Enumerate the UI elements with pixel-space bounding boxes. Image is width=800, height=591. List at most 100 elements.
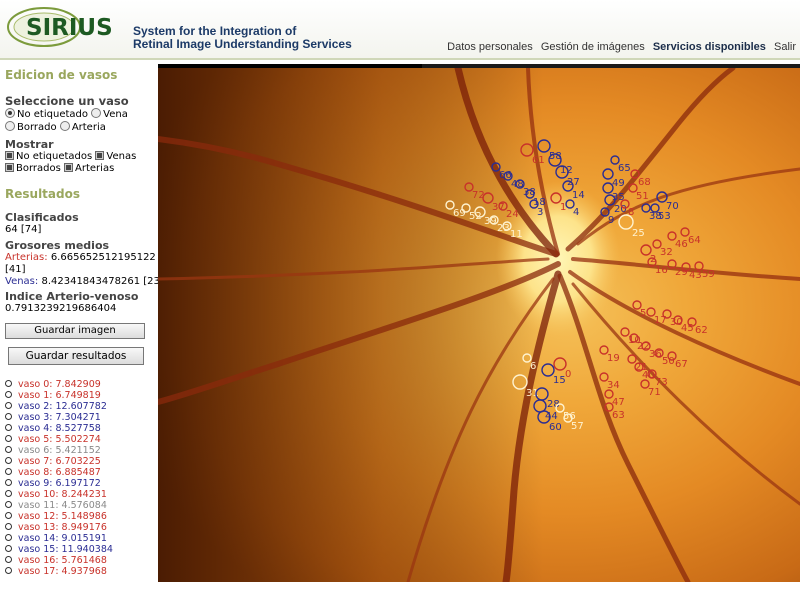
vessel-list-item[interactable]: vaso 8: 6.885487 <box>5 467 158 478</box>
vessel-list-item[interactable]: vaso 6: 5.421152 <box>5 445 158 456</box>
radio-no-etiquetado-label: No etiquetado <box>17 109 88 120</box>
vessel-marker-label: 60 <box>549 422 562 433</box>
vessel-marker-label: 62 <box>695 325 708 336</box>
bullet-icon <box>5 435 12 442</box>
nav-gestion-imagenes[interactable]: Gestión de imágenes <box>541 41 645 53</box>
vessel-list-item[interactable]: vaso 3: 7.304271 <box>5 412 158 423</box>
radio-borrado-label: Borrado <box>17 122 57 133</box>
vessel-list-label: vaso 13: 8.949176 <box>18 522 107 533</box>
logo-text: SIRIUS <box>26 15 113 41</box>
vessel-marker-label: 61 <box>532 155 545 166</box>
vessel-marker-label: 4 <box>573 207 579 218</box>
nav-servicios-disponibles[interactable]: Servicios disponibles <box>653 41 766 53</box>
vessel-marker-label: 65 <box>618 163 631 174</box>
nav-datos-personales[interactable]: Datos personales <box>447 41 533 53</box>
bullet-icon <box>5 424 12 431</box>
vessel-marker-label: 49 <box>612 178 625 189</box>
check-arterias[interactable] <box>64 163 74 172</box>
bullet-icon <box>5 391 12 398</box>
vessel-list-item[interactable]: vaso 2: 12.607782 <box>5 401 158 412</box>
bullet-icon <box>5 468 12 475</box>
bullet-icon <box>5 512 12 519</box>
bullet-icon <box>5 545 12 552</box>
vessel-list: vaso 0: 7.842909 vaso 1: 6.749819 vaso 2: … <box>0 379 158 577</box>
radio-vena[interactable] <box>91 108 102 118</box>
vessel-list-label: vaso 6: 5.421152 <box>18 445 101 456</box>
vessel-list-item[interactable]: vaso 4: 8.527758 <box>5 423 158 434</box>
vessel-list-item[interactable]: vaso 11: 4.576084 <box>5 500 158 511</box>
vessel-marker-label: 16 <box>655 265 668 276</box>
vessel-list-item[interactable]: vaso 0: 7.842909 <box>5 379 158 390</box>
arterias-row: Arterias: 6.665652512195122 <box>5 252 158 264</box>
sidebar: Edicion de vasos Seleccione un vaso No e… <box>0 60 164 591</box>
vessel-marker-label: 11 <box>510 229 523 240</box>
vessel-marker-label: 43 <box>689 270 702 281</box>
radio-arteria[interactable] <box>59 121 70 131</box>
vessel-list-item[interactable]: vaso 14: 9.015191 <box>5 533 158 544</box>
top-nav: Datos personales Gestión de imágenes Ser… <box>442 41 796 53</box>
vessel-marker-label: 71 <box>648 387 661 398</box>
vessel-list-label: vaso 8: 6.885487 <box>18 467 101 478</box>
iav-label: Indice Arterio-venoso <box>5 290 139 303</box>
radio-row-2: Borrado Arteria <box>5 121 158 134</box>
vessel-marker-label: 14 <box>572 190 585 201</box>
vessel-list-item[interactable]: vaso 16: 5.761468 <box>5 555 158 566</box>
check-borrados[interactable] <box>5 163 14 172</box>
vessel-list-item[interactable]: vaso 12: 5.148986 <box>5 511 158 522</box>
vessel-marker-label: 46 <box>675 239 688 250</box>
vessel-list-label: vaso 14: 9.015191 <box>18 533 107 544</box>
check-no-etiquetados[interactable] <box>5 151 14 160</box>
bullet-icon <box>5 402 12 409</box>
vessel-marker-label: 57 <box>571 421 584 432</box>
vessel-list-item[interactable]: vaso 13: 8.949176 <box>5 522 158 533</box>
vessel-marker-label: 67 <box>675 359 688 370</box>
guardar-resultados-button[interactable]: Guardar resultados <box>8 347 144 365</box>
vessel-list-label: vaso 10: 8.244231 <box>18 489 107 500</box>
grosores-label: Grosores medios <box>5 239 110 252</box>
vessel-list-label: vaso 11: 4.576084 <box>18 500 107 511</box>
bullet-icon <box>5 567 12 574</box>
vessel-marker-label: 44 <box>545 411 558 422</box>
radio-arteria-label: Arteria <box>71 122 106 133</box>
check-no-etiquetados-label: No etiquetados <box>16 151 93 162</box>
vessel-marker-label: 69 <box>453 208 466 219</box>
bullet-icon <box>5 457 12 464</box>
nav-salir[interactable]: Salir <box>774 41 796 53</box>
retina-canvas: 61 581227141 466483818372372469 52 392311654… <box>158 64 800 582</box>
vessel-marker-label: 9 <box>608 215 614 226</box>
vessel-list-item[interactable]: vaso 10: 8.244231 <box>5 489 158 500</box>
vessel-list-label: vaso 0: 7.842909 <box>18 379 101 390</box>
vessel-list-item[interactable]: vaso 9: 6.197172 <box>5 478 158 489</box>
vessel-marker-label: 53 <box>658 211 671 222</box>
vessel-marker-label: 0 <box>565 369 571 380</box>
vessel-marker-label: 6 <box>530 361 536 372</box>
sirius-logo: SIRIUS <box>4 4 128 50</box>
radio-vena-label: Vena <box>103 109 128 120</box>
vessel-marker-label: 32 <box>660 247 673 258</box>
radio-borrado[interactable] <box>5 121 15 131</box>
venas-value: 8.42341843478261 [23] <box>41 276 164 287</box>
vessel-list-label: vaso 17: 4.937968 <box>18 566 107 577</box>
check-venas[interactable] <box>95 151 105 160</box>
vessel-list-item[interactable]: vaso 1: 6.749819 <box>5 390 158 401</box>
bullet-icon <box>5 490 12 497</box>
vessel-list-label: vaso 12: 5.148986 <box>18 511 107 522</box>
vessel-marker-label: 63 <box>612 410 625 421</box>
guardar-imagen-button[interactable]: Guardar imagen <box>5 323 145 339</box>
vessel-marker-label: 15 <box>553 375 566 386</box>
clasificados-value: 64 [74] <box>5 224 42 235</box>
vessel-list-item[interactable]: vaso 17: 4.937968 <box>5 566 158 577</box>
iav-value: 0.7913239219686404 <box>5 303 117 314</box>
vessel-marker-label: 45 <box>681 323 694 334</box>
radio-no-etiquetado[interactable] <box>5 108 15 118</box>
bullet-icon <box>5 501 12 508</box>
retina-image[interactable]: 61 58 12 27 14 1 4 66 48 38 18 3 72 37 24 69 52 39 23 11 65 4… <box>158 64 800 582</box>
vessel-marker-label: 5 <box>640 308 646 319</box>
image-top-edge <box>422 64 800 68</box>
vessel-list-item[interactable]: vaso 15: 11.940384 <box>5 544 158 555</box>
vessel-list-item[interactable]: vaso 7: 6.703225 <box>5 456 158 467</box>
vessel-list-item[interactable]: vaso 5: 5.502274 <box>5 434 158 445</box>
clasificados-label: Clasificados <box>5 211 79 224</box>
bullet-icon <box>5 523 12 530</box>
vessel-list-label: vaso 4: 8.527758 <box>18 423 101 434</box>
